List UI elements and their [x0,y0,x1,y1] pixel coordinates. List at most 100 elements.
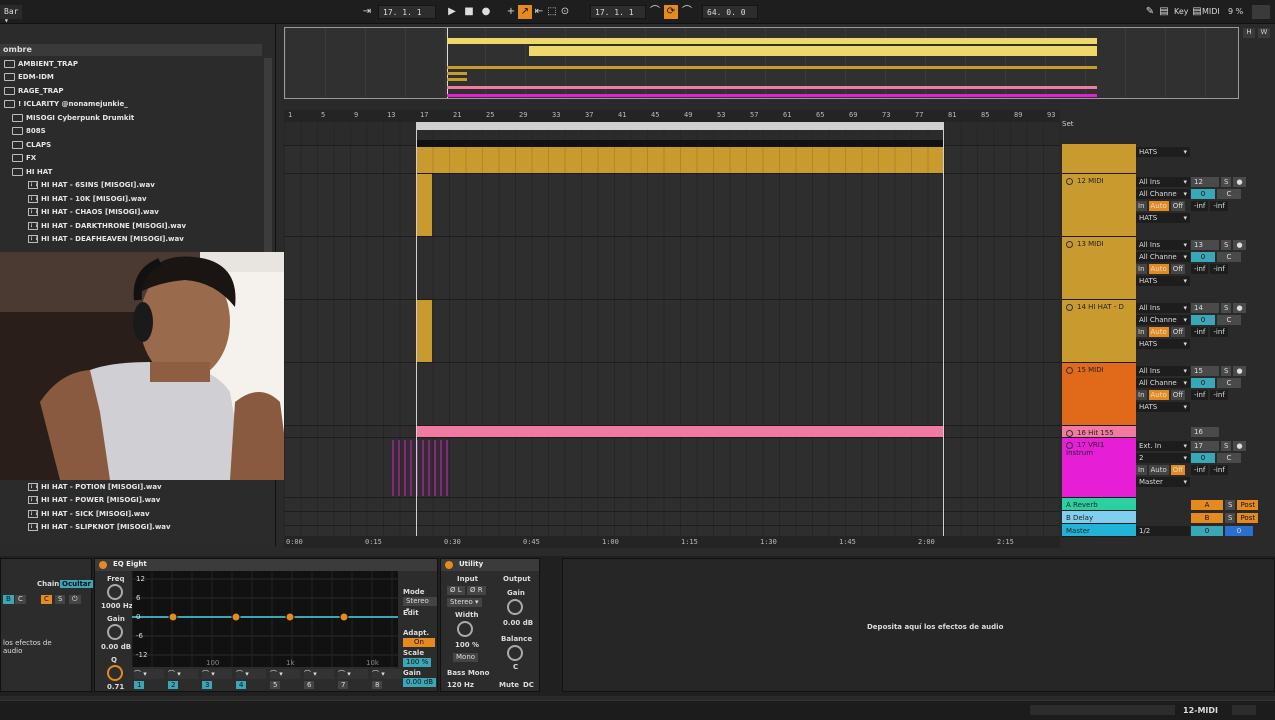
loop-length[interactable]: 64. 0. 0 [702,5,758,19]
monitor-auto-button[interactable]: Auto [1148,201,1169,211]
arm-record-icon[interactable]: ● [1233,366,1246,376]
monitor-off-button[interactable]: Off [1170,465,1186,475]
arrangement-position[interactable]: 17. 1. 1 [378,5,436,19]
utility-width-knob[interactable] [457,621,473,637]
beat-ruler[interactable]: 1 5 9 13 17 21 25 29 33 37 41 45 49 53 57 61 65 69 73 77 81 8… [284,110,1060,122]
loop-icon[interactable]: ⊙ [558,5,572,19]
eq-band-control[interactable]: ⌒ ▾ 6 [304,669,334,689]
browser-folder[interactable]: 808S [12,125,46,138]
utility-phase-r[interactable]: Ø R [467,586,486,595]
volume-field[interactable]: 0 [1191,189,1215,199]
session-record-icon[interactable]: ⬚ [545,5,559,19]
pan-field[interactable]: C [1217,453,1241,463]
master-output[interactable]: 1/2 [1136,526,1190,538]
eq-band-control[interactable]: ⌒ ▾ 7 [338,669,368,689]
input-channel-select[interactable]: All Channe ▾ [1136,252,1190,262]
punch-position[interactable]: 17. 1. 1 [590,5,646,19]
time-ruler[interactable]: 0:00 0:15 0:30 0:45 1:00 1:15 1:30 1:45 2:00 2:15 [284,536,1060,548]
eq-band-control[interactable]: ⌒ ▾ 3 [202,669,232,689]
pencil-icon[interactable]: ✎ [1143,5,1157,19]
loop-end-marker[interactable] [943,122,944,538]
input-type-select[interactable]: Ext. In ▾ [1136,441,1190,451]
solo-button[interactable]: S [1221,303,1232,313]
utility-channel-mode[interactable]: Stereo ▾ [447,598,482,607]
eq-band-control[interactable]: ⌒ ▾ 4 [236,669,266,689]
follow-icon[interactable]: ⇥ [360,5,374,19]
eq-q-knob[interactable] [107,665,123,681]
master-pan-field[interactable]: 0 [1225,526,1253,536]
output-select[interactable]: HATS ▾ [1136,339,1190,349]
filter-type-icon[interactable]: ⌒ ▾ [168,669,198,679]
output-select[interactable]: HATS ▾ [1136,147,1190,157]
key-map-toggle[interactable]: Key [1174,7,1189,16]
filter-type-icon[interactable]: ⌒ ▾ [304,669,334,679]
track-activator-icon[interactable] [1066,366,1073,374]
utility-title[interactable]: Utility [441,559,539,571]
eq-band-handle[interactable] [339,612,349,622]
loop-switch-icon[interactable]: ⟳ [664,5,678,19]
chain-hide-toggle[interactable]: Ocultar [60,580,94,588]
utility-balance-value[interactable]: C [513,663,518,671]
eq-band-handle[interactable] [231,612,241,622]
utility-balance-knob[interactable] [507,645,523,661]
browser-folder[interactable]: CLAPS [12,138,51,151]
key-map-icon[interactable]: ▤ [1157,5,1171,19]
track-header[interactable]: 15 MIDI [1062,363,1136,426]
track-number-button[interactable]: 15 [1191,366,1219,376]
eq-band-handle[interactable] [285,612,295,622]
filter-type-icon[interactable]: ⌒ ▾ [202,669,232,679]
chain-a-button[interactable]: B [3,595,14,604]
input-type-select[interactable]: All Ins ▾ [1136,303,1190,313]
record-icon[interactable]: ● [479,5,493,19]
stop-icon[interactable]: ■ [462,5,476,19]
utility-power-icon[interactable] [445,561,453,569]
filter-type-icon[interactable]: ⌒ ▾ [236,669,266,679]
monitor-off-button[interactable]: Off [1170,327,1186,337]
return-letter-button[interactable]: A [1191,500,1223,510]
utility-phase-l[interactable]: Ø L [447,586,465,595]
arm-record-icon[interactable]: ● [1233,177,1246,187]
browser-folder[interactable]: EDM-IDM [4,71,54,84]
track-header[interactable]: 16 Hit 155 [1062,426,1136,438]
clip-16-hit[interactable] [416,426,944,437]
browser-folder[interactable]: HI HAT [12,165,52,178]
filter-type-icon[interactable]: ⌒ ▾ [372,669,402,679]
punch-out-icon[interactable]: ⌒ [680,5,694,19]
eq-band-control[interactable]: ⌒ ▾ 2 [168,669,198,689]
monitor-off-button[interactable]: Off [1170,390,1186,400]
track-number-button[interactable]: 14 [1191,303,1219,313]
return-track-header[interactable]: B Delay [1062,511,1136,524]
track-header[interactable] [1062,144,1136,174]
track-activator-icon[interactable] [1066,441,1073,449]
utility-dc-button[interactable]: DC [523,681,534,689]
track-number-button[interactable]: 17 [1191,441,1219,451]
monitor-off-button[interactable]: Off [1170,201,1186,211]
track-header[interactable]: 14 HI HAT - D [1062,300,1136,363]
pan-field[interactable]: C [1217,252,1241,262]
monitor-in-button[interactable]: In [1136,465,1147,475]
monitor-auto-button[interactable]: Auto [1148,465,1169,475]
output-select[interactable]: HATS ▾ [1136,276,1190,286]
track-activator-icon[interactable] [1066,177,1073,185]
chain-c2-button[interactable]: C [41,595,52,604]
play-icon[interactable]: ▶ [445,5,459,19]
track-activator-icon[interactable] [1066,303,1073,311]
volume-field[interactable]: 0 [1191,378,1215,388]
band-toggle[interactable]: 1 [134,681,145,689]
monitor-in-button[interactable]: In [1136,390,1147,400]
solo-button[interactable]: S [1225,500,1236,510]
utility-mono-button[interactable]: Mono [453,653,479,662]
browser-scrollbar[interactable] [264,58,272,278]
eq-band-control[interactable]: ⌒ ▾ 1 [134,669,164,689]
punch-in-icon[interactable]: ⌒ [648,5,662,19]
volume-field[interactable]: 0 [1191,315,1215,325]
browser-folder[interactable]: RAGE_TRAP [4,84,64,97]
browser-folder[interactable]: FX [12,152,36,165]
input-type-select[interactable]: All Ins ▾ [1136,366,1190,376]
browser-file[interactable]: ⋮⋮ HI HAT - POWER [MISOGI].wav [28,494,160,507]
eq-freq-knob[interactable] [107,584,123,600]
monitor-in-button[interactable]: In [1136,201,1147,211]
eq-power-icon[interactable] [99,561,107,569]
arrangement-view[interactable] [284,122,1060,538]
utility-mute-button[interactable]: Mute [499,681,519,689]
